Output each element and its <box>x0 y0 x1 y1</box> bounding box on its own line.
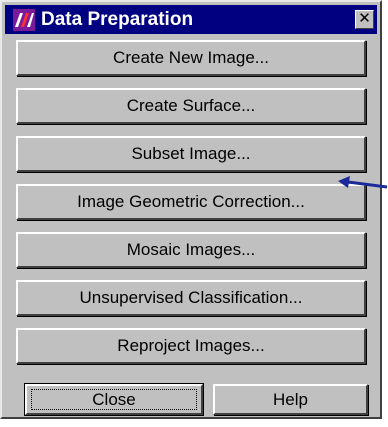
close-icon: ✕ <box>358 10 371 27</box>
button-label: Help <box>273 389 308 409</box>
focus-rectangle <box>31 389 197 410</box>
button-label: Unsupervised Classification... <box>79 288 303 307</box>
reproject-images-button[interactable]: Reproject Images... <box>16 328 366 364</box>
button-label: Subset Image... <box>131 144 251 163</box>
close-button[interactable]: Close <box>25 384 203 415</box>
title-close-button[interactable]: ✕ <box>355 10 374 29</box>
mosaic-images-button[interactable]: Mosaic Images... <box>16 232 366 268</box>
app-logo-icon <box>13 9 35 31</box>
unsupervised-classification-button[interactable]: Unsupervised Classification... <box>16 280 366 316</box>
create-new-image-button[interactable]: Create New Image... <box>16 40 366 76</box>
button-label: Mosaic Images... <box>126 240 256 259</box>
button-label: Create Surface... <box>126 96 256 115</box>
button-label: Reproject Images... <box>117 336 265 355</box>
subset-image-button[interactable]: Subset Image... <box>16 136 366 172</box>
create-surface-button[interactable]: Create Surface... <box>16 88 366 124</box>
image-geometric-correction-button[interactable]: Image Geometric Correction... <box>16 184 366 220</box>
button-label: Image Geometric Correction... <box>77 192 305 211</box>
window-title: Data Preparation <box>41 9 194 30</box>
data-preparation-dialog: Data Preparation ✕ Create New Image... C… <box>0 0 382 419</box>
button-label: Create New Image... <box>113 48 269 67</box>
title-bar[interactable]: Data Preparation ✕ <box>5 5 377 34</box>
help-button[interactable]: Help <box>213 384 368 415</box>
blue-pointer-arrow-icon <box>338 176 388 189</box>
